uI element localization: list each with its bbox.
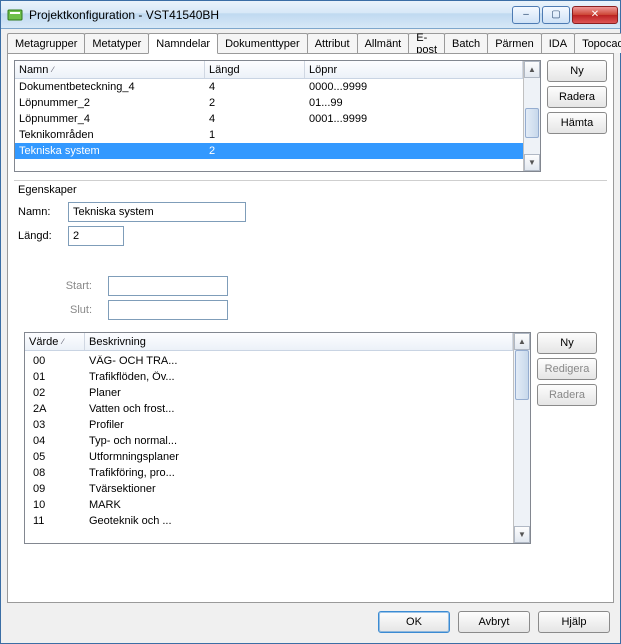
egenskaper-title: Egenskaper <box>18 184 597 196</box>
values-row[interactable]: 01Trafikflöden, Öv... <box>25 369 513 385</box>
scroll-up-icon[interactable]: ▲ <box>514 333 530 350</box>
tab-e-post[interactable]: E-post <box>408 33 445 53</box>
langd-label: Längd: <box>18 230 62 242</box>
ny-button[interactable]: Ny <box>547 60 607 82</box>
values-side-buttons: Ny Redigera Radera <box>537 332 597 544</box>
col-namn-label: Namn <box>19 64 48 76</box>
start-input[interactable] <box>108 276 228 296</box>
sort-asc-icon: ∕ <box>52 65 53 74</box>
ok-button[interactable]: OK <box>378 611 450 633</box>
namndelar-list[interactable]: Namn ∕ Längd Löpnr Dokumentbeteckning_440… <box>14 60 541 172</box>
window-title: Projektkonfiguration - VST41540BH <box>29 8 510 22</box>
namndelar-scrollbar[interactable]: ▲ ▼ <box>523 61 540 171</box>
values-scrollbar[interactable]: ▲ ▼ <box>513 333 530 543</box>
dialog-button-bar: OK Avbryt Hjälp <box>7 603 614 637</box>
col-varde-label: Värde <box>29 336 58 348</box>
namn-input[interactable] <box>68 202 246 222</box>
values-row[interactable]: 09Tvärsektioner <box>25 481 513 497</box>
radera-button[interactable]: Radera <box>547 86 607 108</box>
values-list-header[interactable]: Värde ∕ Beskrivning <box>25 333 513 351</box>
tab-ida[interactable]: IDA <box>541 33 575 53</box>
scroll-down-icon[interactable]: ▼ <box>514 526 530 543</box>
tab-panel-namndelar: Namn ∕ Längd Löpnr Dokumentbeteckning_440… <box>7 53 614 603</box>
tab-dokumenttyper[interactable]: Dokumenttyper <box>217 33 308 53</box>
hjalp-button[interactable]: Hjälp <box>538 611 610 633</box>
values-list[interactable]: Värde ∕ Beskrivning 00VÄG‑ OCH TRA...01Tr… <box>24 332 531 544</box>
scroll-thumb[interactable] <box>525 108 539 138</box>
tab-attribut[interactable]: Attribut <box>307 33 358 53</box>
minimize-button[interactable]: – <box>512 6 540 24</box>
start-label: Start: <box>54 280 102 292</box>
window-buttons: – ▢ ✕ <box>510 6 618 24</box>
slut-label: Slut: <box>54 304 102 316</box>
namndelar-list-header[interactable]: Namn ∕ Längd Löpnr <box>15 61 523 79</box>
egenskaper-group: Egenskaper Namn: Längd: Start: Slut: <box>14 180 607 324</box>
scroll-thumb[interactable] <box>515 350 529 400</box>
values-radera-button[interactable]: Radera <box>537 384 597 406</box>
values-row[interactable]: 2AVatten och frost... <box>25 401 513 417</box>
values-row[interactable]: 03Profiler <box>25 417 513 433</box>
window-root: Projektkonfiguration - VST41540BH – ▢ ✕ … <box>0 0 621 644</box>
slut-input[interactable] <box>108 300 228 320</box>
tab-metatyper[interactable]: Metatyper <box>84 33 149 53</box>
langd-input[interactable] <box>68 226 124 246</box>
values-row[interactable]: 08Trafikföring, pro... <box>25 465 513 481</box>
namndelar-row[interactable]: Löpnummer_440001...9999 <box>15 111 523 127</box>
hamta-button[interactable]: Hämta <box>547 112 607 134</box>
values-row[interactable]: 11Geoteknik och ... <box>25 513 513 529</box>
maximize-button[interactable]: ▢ <box>542 6 570 24</box>
tab-topocad[interactable]: Topocad <box>574 33 621 53</box>
col-langd-label: Längd <box>209 64 240 76</box>
tab-metagrupper[interactable]: Metagrupper <box>7 33 85 53</box>
values-redigera-button[interactable]: Redigera <box>537 358 597 380</box>
col-lopnr-label: Löpnr <box>309 64 337 76</box>
values-row[interactable]: 04Typ- och normal... <box>25 433 513 449</box>
namndelar-row[interactable]: Teknikområden1 <box>15 127 523 143</box>
namndelar-row[interactable]: Tekniska system2 <box>15 143 523 159</box>
col-besk-label: Beskrivning <box>89 336 146 348</box>
namn-label: Namn: <box>18 206 62 218</box>
avbryt-button[interactable]: Avbryt <box>458 611 530 633</box>
close-button[interactable]: ✕ <box>572 6 618 24</box>
scroll-up-icon[interactable]: ▲ <box>524 61 540 78</box>
values-row[interactable]: 10MARK <box>25 497 513 513</box>
app-icon <box>7 7 23 23</box>
tab-batch[interactable]: Batch <box>444 33 488 53</box>
scroll-down-icon[interactable]: ▼ <box>524 154 540 171</box>
sort-asc-icon: ∕ <box>62 337 63 346</box>
client-area: MetagrupperMetatyperNamndelarDokumenttyp… <box>1 29 620 643</box>
values-row[interactable]: 00VÄG‑ OCH TRA... <box>25 353 513 369</box>
namndelar-row[interactable]: Dokumentbeteckning_440000...9999 <box>15 79 523 95</box>
values-row[interactable]: 05Utformningsplaner <box>25 449 513 465</box>
tab-p-rmen[interactable]: Pärmen <box>487 33 542 53</box>
namndelar-side-buttons: Ny Radera Hämta <box>547 60 607 172</box>
values-ny-button[interactable]: Ny <box>537 332 597 354</box>
tabstrip: MetagrupperMetatyperNamndelarDokumenttyp… <box>7 33 614 53</box>
values-row[interactable]: 02Planer <box>25 385 513 401</box>
namndelar-row[interactable]: Löpnummer_2201...99 <box>15 95 523 111</box>
titlebar[interactable]: Projektkonfiguration - VST41540BH – ▢ ✕ <box>1 1 620 29</box>
tab-allm-nt[interactable]: Allmänt <box>357 33 410 53</box>
tab-namndelar[interactable]: Namndelar <box>148 33 218 54</box>
